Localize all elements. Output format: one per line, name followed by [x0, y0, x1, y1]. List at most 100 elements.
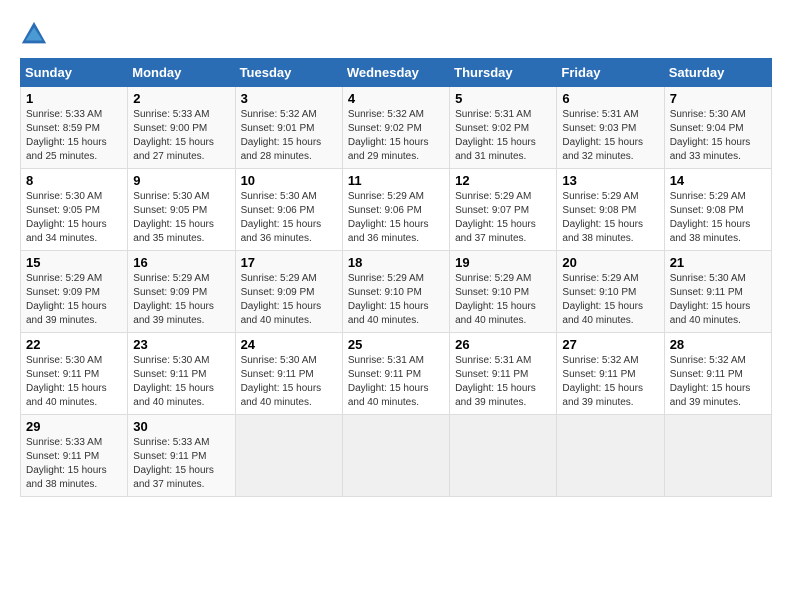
weekday-header-row: SundayMondayTuesdayWednesdayThursdayFrid…: [21, 59, 772, 87]
cell-sunrise-sunset-info: Sunrise: 5:32 AMSunset: 9:11 PMDaylight:…: [562, 355, 643, 408]
weekday-header-saturday: Saturday: [664, 59, 771, 87]
cell-sunrise-sunset-info: Sunrise: 5:29 AMSunset: 9:09 PMDaylight:…: [133, 273, 214, 326]
calendar-cell-w4d3: [342, 415, 449, 497]
calendar-cell-w3d0: 22 Sunrise: 5:30 AMSunset: 9:11 PMDayligh…: [21, 333, 128, 415]
day-number: 21: [670, 255, 766, 270]
cell-sunrise-sunset-info: Sunrise: 5:32 AMSunset: 9:02 PMDaylight:…: [348, 109, 429, 162]
calendar-cell-w2d1: 16 Sunrise: 5:29 AMSunset: 9:09 PMDayligh…: [128, 251, 235, 333]
cell-sunrise-sunset-info: Sunrise: 5:29 AMSunset: 9:10 PMDaylight:…: [562, 273, 643, 326]
page-header: [20, 20, 772, 48]
day-number: 16: [133, 255, 229, 270]
weekday-header-tuesday: Tuesday: [235, 59, 342, 87]
week-row-5: 29 Sunrise: 5:33 AMSunset: 9:11 PMDayligh…: [21, 415, 772, 497]
calendar-cell-w4d1: 30 Sunrise: 5:33 AMSunset: 9:11 PMDayligh…: [128, 415, 235, 497]
cell-sunrise-sunset-info: Sunrise: 5:29 AMSunset: 9:07 PMDaylight:…: [455, 191, 536, 244]
calendar-cell-w3d3: 25 Sunrise: 5:31 AMSunset: 9:11 PMDayligh…: [342, 333, 449, 415]
cell-sunrise-sunset-info: Sunrise: 5:30 AMSunset: 9:05 PMDaylight:…: [133, 191, 214, 244]
day-number: 25: [348, 337, 444, 352]
cell-sunrise-sunset-info: Sunrise: 5:30 AMSunset: 9:11 PMDaylight:…: [26, 355, 107, 408]
calendar-cell-w1d0: 8 Sunrise: 5:30 AMSunset: 9:05 PMDaylight…: [21, 169, 128, 251]
day-number: 14: [670, 173, 766, 188]
weekday-header-thursday: Thursday: [450, 59, 557, 87]
calendar-cell-w1d3: 11 Sunrise: 5:29 AMSunset: 9:06 PMDayligh…: [342, 169, 449, 251]
cell-sunrise-sunset-info: Sunrise: 5:33 AMSunset: 9:11 PMDaylight:…: [26, 437, 107, 490]
calendar-cell-w2d5: 20 Sunrise: 5:29 AMSunset: 9:10 PMDayligh…: [557, 251, 664, 333]
week-row-3: 15Sunrise: 5:29 AMSunset: 9:09 PMDayligh…: [21, 251, 772, 333]
week-row-4: 22 Sunrise: 5:30 AMSunset: 9:11 PMDayligh…: [21, 333, 772, 415]
calendar-cell-w3d6: 28 Sunrise: 5:32 AMSunset: 9:11 PMDayligh…: [664, 333, 771, 415]
calendar-cell-w2d4: 19 Sunrise: 5:29 AMSunset: 9:10 PMDayligh…: [450, 251, 557, 333]
day-number: 9: [133, 173, 229, 188]
day-number: 26: [455, 337, 551, 352]
day-number: 10: [241, 173, 337, 188]
cell-sunrise-sunset-info: Sunrise: 5:31 AMSunset: 9:11 PMDaylight:…: [455, 355, 536, 408]
cell-sunrise-sunset-info: Sunrise: 5:30 AMSunset: 9:11 PMDaylight:…: [241, 355, 322, 408]
calendar-cell-w2d3: 18 Sunrise: 5:29 AMSunset: 9:10 PMDayligh…: [342, 251, 449, 333]
calendar-cell-w1d4: 12Sunrise: 5:29 AMSunset: 9:07 PMDayligh…: [450, 169, 557, 251]
day-number: 8: [26, 173, 122, 188]
day-number: 22: [26, 337, 122, 352]
day-number: 4: [348, 91, 444, 106]
calendar-cell-w0d6: 7 Sunrise: 5:30 AMSunset: 9:04 PMDaylight…: [664, 87, 771, 169]
weekday-header-sunday: Sunday: [21, 59, 128, 87]
day-number: 13: [562, 173, 658, 188]
day-number: 17: [241, 255, 337, 270]
calendar-cell-w1d1: 9 Sunrise: 5:30 AMSunset: 9:05 PMDaylight…: [128, 169, 235, 251]
day-number: 5: [455, 91, 551, 106]
day-number: 7: [670, 91, 766, 106]
cell-sunrise-sunset-info: Sunrise: 5:33 AMSunset: 9:11 PMDaylight:…: [133, 437, 214, 490]
calendar-cell-w0d4: 5 Sunrise: 5:31 AMSunset: 9:02 PMDaylight…: [450, 87, 557, 169]
weekday-header-wednesday: Wednesday: [342, 59, 449, 87]
cell-sunrise-sunset-info: Sunrise: 5:32 AMSunset: 9:11 PMDaylight:…: [670, 355, 751, 408]
calendar-cell-w0d0: 1 Sunrise: 5:33 AMSunset: 8:59 PMDaylight…: [21, 87, 128, 169]
generalblue-logo-icon: [20, 20, 48, 48]
day-number: 1: [26, 91, 122, 106]
day-number: 23: [133, 337, 229, 352]
cell-sunrise-sunset-info: Sunrise: 5:29 AMSunset: 9:10 PMDaylight:…: [455, 273, 536, 326]
logo: [20, 20, 52, 48]
calendar-cell-w2d6: 21 Sunrise: 5:30 AMSunset: 9:11 PMDayligh…: [664, 251, 771, 333]
cell-sunrise-sunset-info: Sunrise: 5:29 AMSunset: 9:09 PMDaylight:…: [241, 273, 322, 326]
cell-sunrise-sunset-info: Sunrise: 5:29 AMSunset: 9:08 PMDaylight:…: [670, 191, 751, 244]
cell-sunrise-sunset-info: Sunrise: 5:30 AMSunset: 9:05 PMDaylight:…: [26, 191, 107, 244]
day-number: 6: [562, 91, 658, 106]
cell-sunrise-sunset-info: Sunrise: 5:31 AMSunset: 9:03 PMDaylight:…: [562, 109, 643, 162]
calendar-cell-w4d5: [557, 415, 664, 497]
cell-sunrise-sunset-info: Sunrise: 5:33 AMSunset: 8:59 PMDaylight:…: [26, 109, 107, 162]
day-number: 28: [670, 337, 766, 352]
day-number: 24: [241, 337, 337, 352]
calendar-cell-w3d1: 23Sunrise: 5:30 AMSunset: 9:11 PMDayligh…: [128, 333, 235, 415]
cell-sunrise-sunset-info: Sunrise: 5:30 AMSunset: 9:11 PMDaylight:…: [670, 273, 751, 326]
day-number: 20: [562, 255, 658, 270]
calendar-table: SundayMondayTuesdayWednesdayThursdayFrid…: [20, 58, 772, 497]
week-row-2: 8 Sunrise: 5:30 AMSunset: 9:05 PMDaylight…: [21, 169, 772, 251]
calendar-cell-w1d5: 13Sunrise: 5:29 AMSunset: 9:08 PMDayligh…: [557, 169, 664, 251]
cell-sunrise-sunset-info: Sunrise: 5:31 AMSunset: 9:02 PMDaylight:…: [455, 109, 536, 162]
calendar-cell-w2d2: 17 Sunrise: 5:29 AMSunset: 9:09 PMDayligh…: [235, 251, 342, 333]
cell-sunrise-sunset-info: Sunrise: 5:32 AMSunset: 9:01 PMDaylight:…: [241, 109, 322, 162]
day-number: 11: [348, 173, 444, 188]
calendar-cell-w1d2: 10 Sunrise: 5:30 AMSunset: 9:06 PMDayligh…: [235, 169, 342, 251]
calendar-cell-w3d4: 26 Sunrise: 5:31 AMSunset: 9:11 PMDayligh…: [450, 333, 557, 415]
calendar-cell-w0d3: 4 Sunrise: 5:32 AMSunset: 9:02 PMDaylight…: [342, 87, 449, 169]
calendar-cell-w4d4: [450, 415, 557, 497]
calendar-cell-w4d6: [664, 415, 771, 497]
day-number: 18: [348, 255, 444, 270]
day-number: 29: [26, 419, 122, 434]
day-number: 19: [455, 255, 551, 270]
calendar-cell-w1d6: 14 Sunrise: 5:29 AMSunset: 9:08 PMDayligh…: [664, 169, 771, 251]
cell-sunrise-sunset-info: Sunrise: 5:30 AMSunset: 9:06 PMDaylight:…: [241, 191, 322, 244]
calendar-cell-w2d0: 15Sunrise: 5:29 AMSunset: 9:09 PMDayligh…: [21, 251, 128, 333]
weekday-header-friday: Friday: [557, 59, 664, 87]
cell-sunrise-sunset-info: Sunrise: 5:29 AMSunset: 9:10 PMDaylight:…: [348, 273, 429, 326]
calendar-cell-w3d5: 27Sunrise: 5:32 AMSunset: 9:11 PMDayligh…: [557, 333, 664, 415]
weekday-header-monday: Monday: [128, 59, 235, 87]
day-number: 3: [241, 91, 337, 106]
cell-sunrise-sunset-info: Sunrise: 5:29 AMSunset: 9:06 PMDaylight:…: [348, 191, 429, 244]
calendar-cell-w0d2: 3 Sunrise: 5:32 AMSunset: 9:01 PMDaylight…: [235, 87, 342, 169]
calendar-cell-w3d2: 24 Sunrise: 5:30 AMSunset: 9:11 PMDayligh…: [235, 333, 342, 415]
cell-sunrise-sunset-info: Sunrise: 5:30 AMSunset: 9:04 PMDaylight:…: [670, 109, 751, 162]
day-number: 30: [133, 419, 229, 434]
cell-sunrise-sunset-info: Sunrise: 5:31 AMSunset: 9:11 PMDaylight:…: [348, 355, 429, 408]
day-number: 2: [133, 91, 229, 106]
